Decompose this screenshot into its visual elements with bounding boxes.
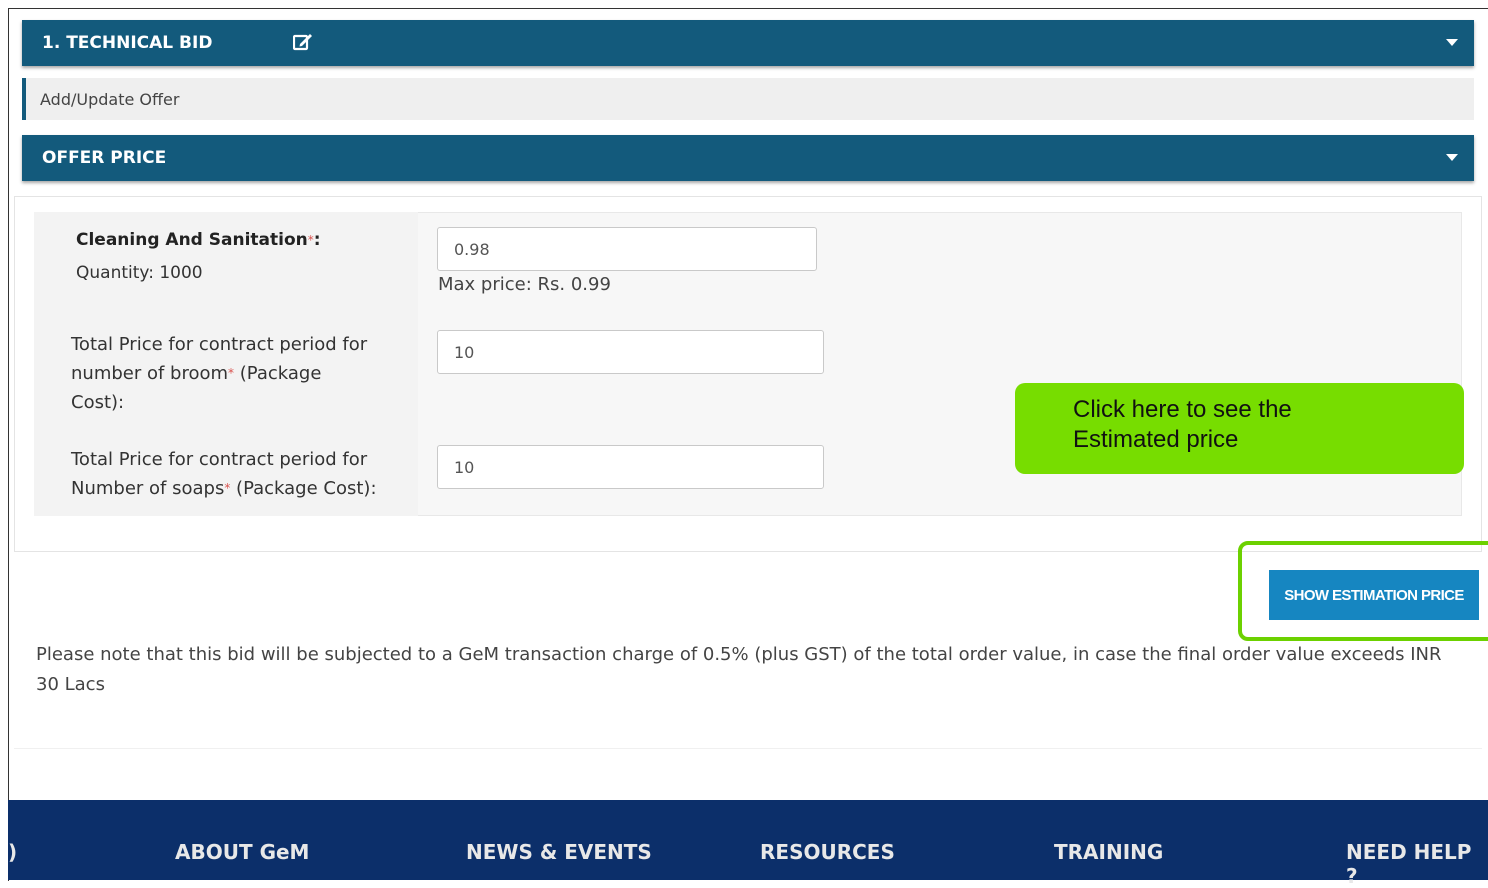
broom-price-label: Total Price for contract period for numb… bbox=[71, 330, 367, 417]
estimated-price-callout: Click here to see the Estimated price bbox=[1015, 383, 1464, 474]
technical-bid-header[interactable]: 1. TECHNICAL BID bbox=[22, 20, 1474, 66]
soap-label-line2: Number of soaps bbox=[71, 478, 225, 499]
soap-price-label: Total Price for contract period for Numb… bbox=[71, 445, 377, 503]
offer-price-header[interactable]: OFFER PRICE bbox=[22, 135, 1474, 181]
footer-training[interactable]: TRAINING bbox=[1054, 840, 1163, 864]
offer-price-title: OFFER PRICE bbox=[42, 148, 167, 168]
item-suffix: : bbox=[313, 230, 321, 250]
cleaning-sanitation-label: Cleaning And Sanitation*: bbox=[76, 226, 321, 255]
soap-price-input[interactable] bbox=[437, 445, 824, 489]
broom-label-line2: number of broom bbox=[71, 363, 229, 384]
caret-down-icon[interactable] bbox=[1446, 39, 1458, 46]
callout-line1: Click here to see the bbox=[1073, 396, 1292, 423]
callout-line2: Estimated price bbox=[1073, 426, 1239, 453]
caret-down-icon[interactable] bbox=[1446, 154, 1458, 161]
cleaning-price-input[interactable] bbox=[437, 227, 817, 271]
footer-news-events[interactable]: NEWS & EVENTS bbox=[466, 840, 652, 864]
quantity-label: Quantity: 1000 bbox=[76, 263, 203, 283]
transaction-charge-note: Please note that this bid will be subjec… bbox=[36, 644, 1442, 695]
item-name: Cleaning And Sanitation bbox=[76, 230, 308, 250]
footer-about-gem[interactable]: ABOUT GeM bbox=[175, 840, 309, 864]
max-price-hint: Max price: Rs. 0.99 bbox=[438, 274, 611, 295]
edit-icon[interactable] bbox=[293, 33, 313, 51]
soap-label-line2-suffix: (Package Cost): bbox=[230, 478, 377, 499]
add-update-offer-bar[interactable]: Add/Update Offer bbox=[22, 78, 1474, 120]
footer: ) ABOUT GeM NEWS & EVENTS RESOURCES TRAI… bbox=[8, 800, 1488, 888]
add-update-offer-label: Add/Update Offer bbox=[40, 89, 180, 109]
footer-cut-text: ) bbox=[8, 840, 18, 864]
soap-label-line1: Total Price for contract period for bbox=[71, 449, 368, 470]
footer-need-help[interactable]: NEED HELP ? bbox=[1346, 840, 1488, 888]
broom-label-line3: Cost): bbox=[71, 392, 125, 413]
broom-price-input[interactable] bbox=[437, 330, 824, 374]
technical-bid-title: 1. TECHNICAL BID bbox=[42, 33, 213, 53]
divider bbox=[14, 748, 1482, 749]
footer-resources[interactable]: RESOURCES bbox=[760, 840, 895, 864]
broom-label-line1: Total Price for contract period for bbox=[71, 334, 368, 355]
show-estimation-price-button[interactable]: SHOW ESTIMATION PRICE bbox=[1269, 570, 1479, 620]
broom-label-line2-suffix: (Package bbox=[234, 363, 322, 384]
